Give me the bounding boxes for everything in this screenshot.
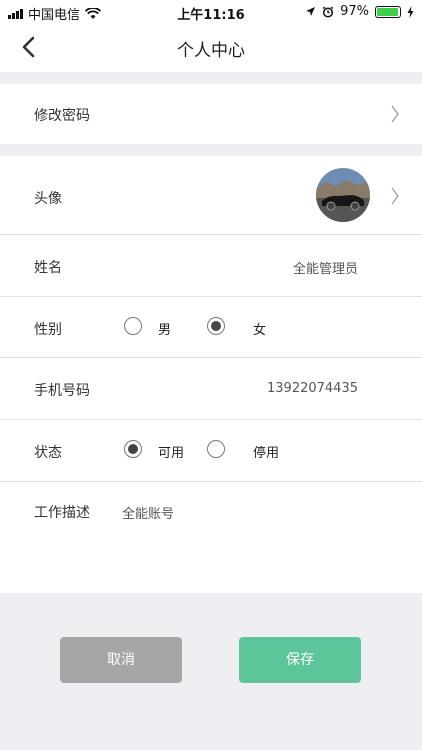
phone-label: 手机号码 [34, 383, 90, 399]
divider [0, 357, 422, 358]
phone-value: 13922074435 [267, 381, 358, 396]
status-option-disabled[interactable]: 停用 [253, 442, 279, 461]
status-bar: 中国电信 上午11:16 97% [0, 0, 422, 24]
profile-section: 头像 姓名 全能管理员 性别 男 女 手机号码 13922074435 状态 可… [0, 156, 422, 593]
divider [0, 481, 422, 482]
change-password-row[interactable]: 修改密码 [0, 84, 422, 144]
divider [0, 234, 422, 235]
alarm-icon [322, 5, 334, 18]
cancel-button[interactable]: 取消 [60, 637, 182, 683]
chevron-right-icon [391, 105, 399, 123]
divider [0, 419, 422, 420]
description-label: 工作描述 [34, 505, 90, 521]
gender-radio-female[interactable] [207, 317, 225, 335]
chevron-right-icon [391, 187, 399, 205]
name-value: 全能管理员 [292, 262, 358, 277]
divider [0, 296, 422, 297]
avatar-car-image [316, 168, 370, 222]
page-title: 个人中心 [177, 41, 245, 61]
status-label: 状态 [34, 445, 62, 461]
avatar[interactable] [316, 168, 370, 222]
avatar-label: 头像 [34, 191, 62, 207]
gender-option-female[interactable]: 女 [253, 319, 266, 338]
status-right: 97% [305, 4, 414, 19]
status-option-available[interactable]: 可用 [158, 442, 184, 461]
nav-bar: 个人中心 [0, 24, 422, 72]
description-field[interactable]: 全能账号 [122, 503, 174, 522]
save-button[interactable]: 保存 [239, 637, 361, 683]
gender-option-male[interactable]: 男 [158, 319, 171, 338]
battery-icon [375, 5, 401, 18]
charging-icon [407, 5, 414, 18]
change-password-label: 修改密码 [34, 108, 90, 124]
gender-label: 性别 [34, 322, 62, 338]
gender-radio-male[interactable] [124, 317, 142, 335]
status-radio-disabled[interactable] [207, 440, 225, 458]
status-radio-available[interactable] [124, 440, 142, 458]
battery-percent: 97% [340, 4, 369, 19]
name-label: 姓名 [34, 260, 62, 276]
location-icon [306, 7, 316, 16]
